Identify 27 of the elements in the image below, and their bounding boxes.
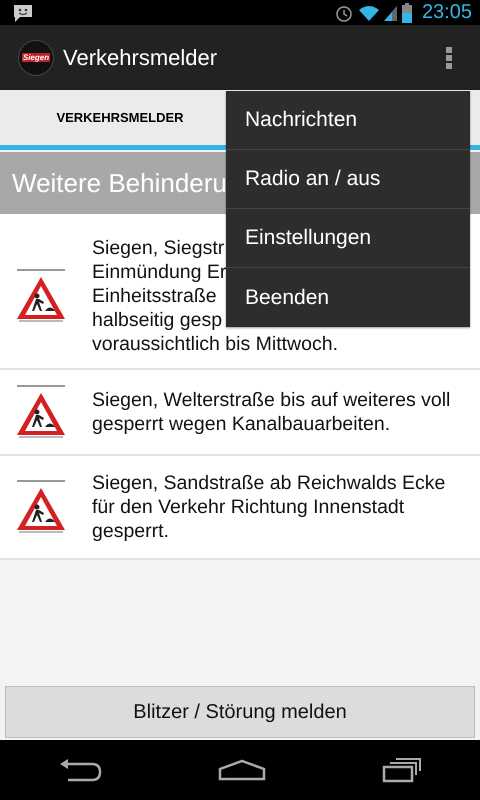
message-text: halbseitig gesp [92, 308, 222, 332]
message-text: Siegen, Welterstraße bis auf weiteres voll gesperrt wegen Kanalbauarbeiten. [92, 388, 452, 436]
back-icon [58, 758, 102, 782]
app-title: Verkehrsmelder [63, 44, 218, 70]
logo-text: Siegen [22, 53, 50, 62]
home-icon [218, 759, 266, 781]
message-text: Siegen, Sandstraße ab Reichwalds Ecke für den Verkehr Richtung Innenstadt gesperrt. [92, 471, 446, 543]
message-text: voraussichtlich bis Mittwoch. [92, 332, 338, 356]
message-text: Siegen, Siegstr [92, 236, 224, 260]
road-works-sign-icon [15, 269, 67, 323]
alarm-icon [334, 4, 354, 22]
message-text: Einheitsstraße [92, 284, 217, 308]
report-button[interactable]: Blitzer / Störung melden [5, 686, 475, 738]
more-options-icon [446, 46, 452, 68]
chat-icon [12, 2, 34, 22]
road-works-sign-icon [15, 480, 67, 534]
battery-icon [402, 2, 412, 22]
menu-item[interactable]: Nachrichten [226, 91, 470, 150]
menu-item[interactable]: Radio an / aus [226, 150, 470, 209]
menu-item[interactable]: Beenden [226, 268, 470, 327]
signal-icon [384, 4, 398, 22]
message-text: Einmündung Er [92, 260, 226, 284]
menu-item[interactable]: Einstellungen [226, 209, 470, 268]
recent-apps-icon [382, 757, 422, 783]
road-works-sign-icon [15, 385, 67, 439]
clock-time: 23:05 [422, 1, 472, 24]
wifi-icon [358, 4, 380, 22]
